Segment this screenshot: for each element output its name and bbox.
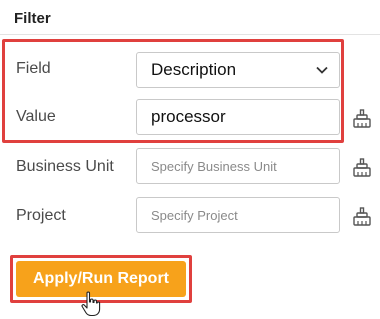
divider bbox=[0, 34, 380, 35]
business-unit-input[interactable]: Specify Business Unit bbox=[136, 148, 340, 184]
project-input[interactable]: Specify Project bbox=[136, 197, 340, 233]
chevron-down-icon bbox=[316, 66, 328, 74]
eraser-icon[interactable] bbox=[352, 109, 372, 129]
eraser-icon[interactable] bbox=[352, 207, 372, 227]
field-label: Field bbox=[16, 60, 51, 77]
value-label: Value bbox=[16, 108, 56, 125]
eraser-icon[interactable] bbox=[352, 158, 372, 178]
business-unit-label: Business Unit bbox=[16, 158, 114, 175]
field-select-value: Description bbox=[151, 60, 237, 79]
field-select[interactable]: Description bbox=[136, 52, 340, 88]
value-input[interactable]: processor bbox=[136, 99, 340, 135]
filter-title: Filter bbox=[14, 10, 51, 27]
project-label: Project bbox=[16, 207, 66, 224]
hand-cursor-icon bbox=[81, 291, 101, 317]
